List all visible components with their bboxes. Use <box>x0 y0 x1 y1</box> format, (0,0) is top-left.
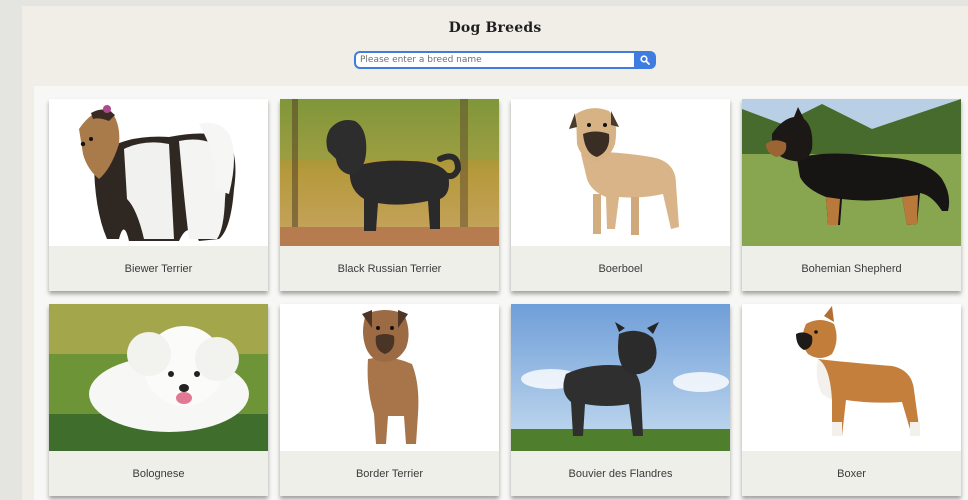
breed-name: Boxer <box>742 451 961 496</box>
breed-card[interactable]: Bohemian Shepherd <box>742 99 961 291</box>
breed-card[interactable]: Biewer Terrier <box>49 99 268 291</box>
breed-card[interactable]: Black Russian Terrier <box>280 99 499 291</box>
breed-photo <box>742 304 961 451</box>
breed-name: Bouvier des Flandres <box>511 451 730 496</box>
breed-photo <box>280 99 499 246</box>
search-bar <box>354 51 656 69</box>
breed-photo <box>49 304 268 451</box>
breed-name: Bohemian Shepherd <box>742 246 961 291</box>
breed-name: Boerboel <box>511 246 730 291</box>
breed-card[interactable]: Bolognese <box>49 304 268 496</box>
breed-card[interactable]: Bouvier des Flandres <box>511 304 730 496</box>
breed-name: Bolognese <box>49 451 268 496</box>
breed-photo <box>511 304 730 451</box>
search-icon <box>640 55 650 65</box>
breed-photo <box>280 304 499 451</box>
breed-name: Biewer Terrier <box>49 246 268 291</box>
breed-photo <box>742 99 961 246</box>
search-button[interactable] <box>634 51 656 69</box>
breed-name: Black Russian Terrier <box>280 246 499 291</box>
app-window: Dog Breeds Please enter a breed name Bie… <box>22 6 968 500</box>
breed-photo <box>511 99 730 246</box>
breed-grid: Biewer Terrier Black Russian Terrier Boe… <box>34 86 968 500</box>
breed-card[interactable]: Boxer <box>742 304 961 496</box>
breed-card[interactable]: Boerboel <box>511 99 730 291</box>
search-input[interactable] <box>354 51 634 69</box>
breed-photo <box>49 99 268 246</box>
breed-card[interactable]: Border Terrier <box>280 304 499 496</box>
breed-name: Border Terrier <box>280 451 499 496</box>
page-title: Dog Breeds <box>448 20 542 36</box>
